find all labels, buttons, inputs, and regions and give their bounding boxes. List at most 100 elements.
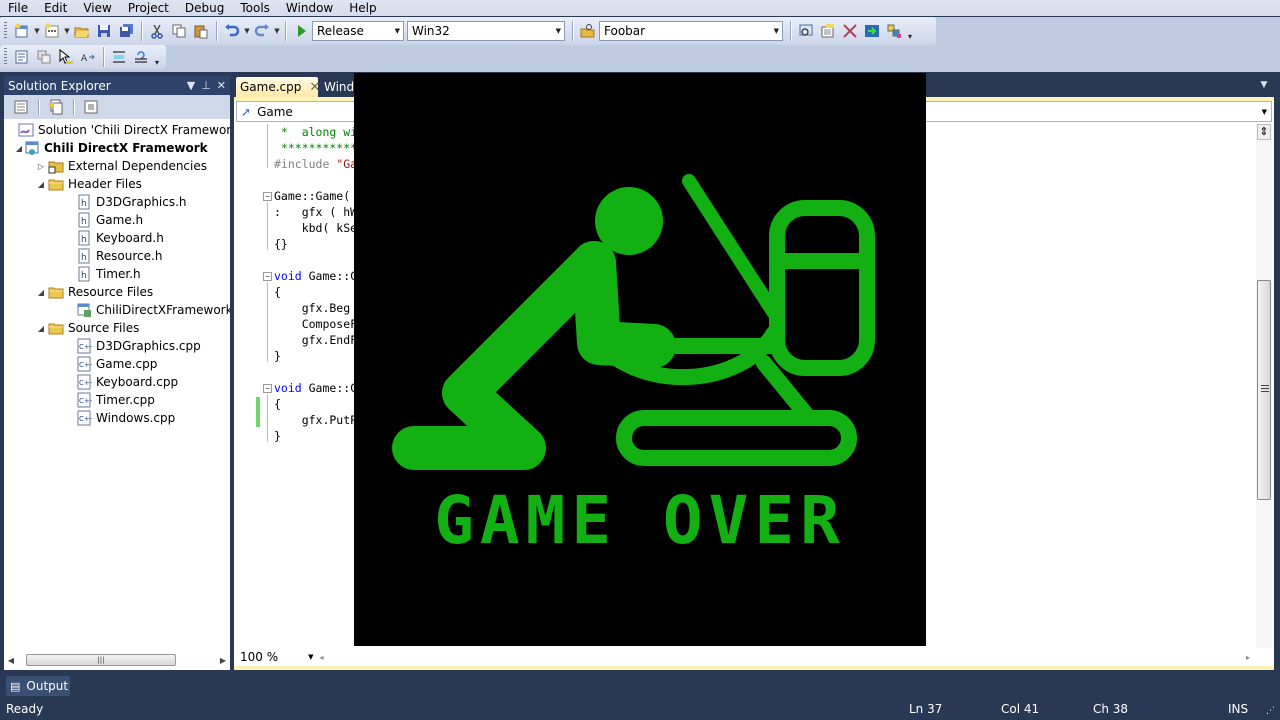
horizontal-scrollbar[interactable]: ◀ ||| ▶ bbox=[4, 650, 230, 670]
code-line[interactable]: : gfx ( hW bbox=[274, 204, 357, 220]
tree-item[interactable]: C++ Windows.cpp bbox=[66, 409, 175, 427]
tree-item[interactable]: h Keyboard.h bbox=[66, 229, 164, 247]
code-line[interactable]: } bbox=[274, 428, 281, 444]
solution-platform-combo[interactable]: Win32 ▼ bbox=[407, 21, 565, 41]
tab-list-dropdown-icon[interactable]: ▼ bbox=[1257, 80, 1271, 94]
uncomment-lines-button[interactable] bbox=[131, 47, 151, 67]
menu-tools[interactable]: Tools bbox=[232, 0, 278, 16]
splitter-icon[interactable]: ⇕ bbox=[1257, 124, 1271, 140]
collapsed-arrow-icon[interactable]: ▷ bbox=[34, 162, 48, 171]
tree-item[interactable]: h D3DGraphics.h bbox=[66, 193, 187, 211]
tree-item[interactable]: ◢ Source Files bbox=[34, 319, 139, 337]
expanded-arrow-icon[interactable]: ◢ bbox=[34, 180, 48, 189]
code-line[interactable]: gfx.Beg bbox=[274, 300, 350, 316]
expanded-arrow-icon[interactable]: ◢ bbox=[34, 324, 48, 333]
menu-window[interactable]: Window bbox=[278, 0, 341, 16]
tab-game-cpp[interactable]: Game.cpp ✕ bbox=[236, 77, 320, 97]
resize-grip-icon[interactable]: ⋰ bbox=[1266, 706, 1275, 716]
code-line[interactable]: #include "Ga bbox=[274, 156, 357, 172]
pin-icon[interactable]: ⊥ bbox=[201, 79, 211, 92]
chevron-down-icon[interactable]: ▼ bbox=[1262, 108, 1267, 116]
find-symbol-button[interactable] bbox=[796, 21, 816, 41]
code-line[interactable]: { bbox=[274, 284, 281, 300]
scroll-right-icon[interactable]: ▸ bbox=[1246, 653, 1250, 662]
complete-word-button[interactable]: A bbox=[78, 47, 98, 67]
comment-lines-button[interactable] bbox=[109, 47, 129, 67]
start-debugging-button[interactable] bbox=[291, 21, 311, 41]
code-line[interactable]: gfx.PutP bbox=[274, 412, 357, 428]
tree-item[interactable]: C++ Game.cpp bbox=[66, 355, 157, 373]
tree-item[interactable]: h Timer.h bbox=[66, 265, 141, 283]
expanded-arrow-icon[interactable]: ◢ bbox=[14, 144, 24, 153]
scroll-left-icon[interactable]: ◀ bbox=[4, 656, 18, 665]
output-tab[interactable]: ▤ Output bbox=[6, 676, 70, 696]
code-line[interactable]: gfx.EndF bbox=[274, 332, 357, 348]
cut-button[interactable] bbox=[147, 21, 167, 41]
code-line[interactable]: * along wi bbox=[274, 124, 357, 140]
collapse-region-icon[interactable]: − bbox=[263, 192, 272, 201]
new-project-dropdown[interactable]: ▼ bbox=[33, 21, 41, 41]
code-line[interactable]: void Game::C bbox=[274, 268, 357, 284]
scroll-right-icon[interactable]: ▶ bbox=[216, 656, 230, 665]
add-item-dropdown[interactable]: ▼ bbox=[63, 21, 71, 41]
redo-dropdown[interactable]: ▼ bbox=[273, 21, 281, 41]
menu-view[interactable]: View bbox=[75, 0, 119, 16]
code-line[interactable]: void Game::C bbox=[274, 380, 357, 396]
tree-item[interactable]: ◢ Resource Files bbox=[34, 283, 153, 301]
find-combo[interactable]: Foobar ▼ bbox=[599, 21, 783, 41]
display-object-member-button[interactable] bbox=[12, 47, 32, 67]
code-line[interactable]: { bbox=[274, 396, 281, 412]
menu-file[interactable]: File bbox=[0, 0, 36, 16]
menu-help[interactable]: Help bbox=[341, 0, 384, 16]
code-line[interactable]: Game::Game( bbox=[274, 188, 350, 204]
code-line[interactable]: } bbox=[274, 348, 281, 364]
tree-item[interactable]: h Game.h bbox=[66, 211, 143, 229]
view-code-button[interactable] bbox=[81, 97, 101, 117]
toolbar-grip[interactable] bbox=[4, 48, 7, 66]
expanded-arrow-icon[interactable]: ◢ bbox=[34, 288, 48, 297]
chevron-down-icon[interactable]: ▼ bbox=[308, 653, 313, 661]
menu-debug[interactable]: Debug bbox=[177, 0, 232, 16]
tree-item[interactable]: ◢ Chili DirectX Framework bbox=[14, 139, 208, 157]
toolbar-overflow-button[interactable]: ▾ bbox=[152, 47, 162, 67]
toolbar-overflow-button[interactable]: ▾ bbox=[905, 21, 915, 41]
toolbox-button[interactable] bbox=[862, 21, 882, 41]
close-icon[interactable]: ✕ bbox=[217, 79, 226, 92]
tree-item[interactable]: C++ Keyboard.cpp bbox=[66, 373, 178, 391]
close-tab-icon[interactable]: ✕ bbox=[309, 80, 320, 95]
menu-edit[interactable]: Edit bbox=[36, 0, 75, 16]
code-line[interactable]: kbd( kSe bbox=[274, 220, 357, 236]
open-file-button[interactable] bbox=[72, 21, 92, 41]
tree-item[interactable]: ChiliDirectXFramework.re bbox=[66, 301, 230, 319]
scroll-thumb[interactable] bbox=[1257, 280, 1271, 500]
tree-item[interactable]: ▷ External Dependencies bbox=[34, 157, 207, 175]
object-browser-button[interactable] bbox=[884, 21, 904, 41]
solution-explorer-button[interactable] bbox=[818, 21, 838, 41]
find-in-files-button[interactable] bbox=[578, 21, 598, 41]
code-line[interactable]: *********** bbox=[274, 140, 357, 156]
collapse-region-icon[interactable]: − bbox=[263, 384, 272, 393]
vertical-scrollbar[interactable]: ⇕ bbox=[1256, 124, 1272, 648]
save-all-button[interactable] bbox=[116, 21, 136, 41]
solution-configuration-combo[interactable]: Release ▼ bbox=[312, 21, 404, 41]
scroll-left-icon[interactable]: ◂ bbox=[320, 653, 324, 662]
game-window[interactable]: GAME OVER bbox=[354, 73, 926, 646]
toolbar-grip[interactable] bbox=[4, 22, 7, 40]
tree-item[interactable]: C++ Timer.cpp bbox=[66, 391, 155, 409]
menu-project[interactable]: Project bbox=[120, 0, 177, 16]
tree-item[interactable]: Solution 'Chili DirectX Framework' (1 bbox=[14, 121, 230, 139]
add-item-button[interactable] bbox=[42, 21, 62, 41]
tree-item[interactable]: h Resource.h bbox=[66, 247, 162, 265]
paste-button[interactable] bbox=[191, 21, 211, 41]
tree-item[interactable]: C++ D3DGraphics.cpp bbox=[66, 337, 201, 355]
undo-button[interactable] bbox=[222, 21, 242, 41]
copy-button[interactable] bbox=[169, 21, 189, 41]
show-all-files-button[interactable] bbox=[46, 97, 66, 117]
quick-info-button[interactable] bbox=[56, 47, 76, 67]
collapse-region-icon[interactable]: − bbox=[263, 272, 272, 281]
tools-button[interactable] bbox=[840, 21, 860, 41]
properties-button[interactable] bbox=[11, 97, 31, 117]
undo-dropdown[interactable]: ▼ bbox=[243, 21, 251, 41]
save-button[interactable] bbox=[94, 21, 114, 41]
parameter-info-button[interactable] bbox=[34, 47, 54, 67]
